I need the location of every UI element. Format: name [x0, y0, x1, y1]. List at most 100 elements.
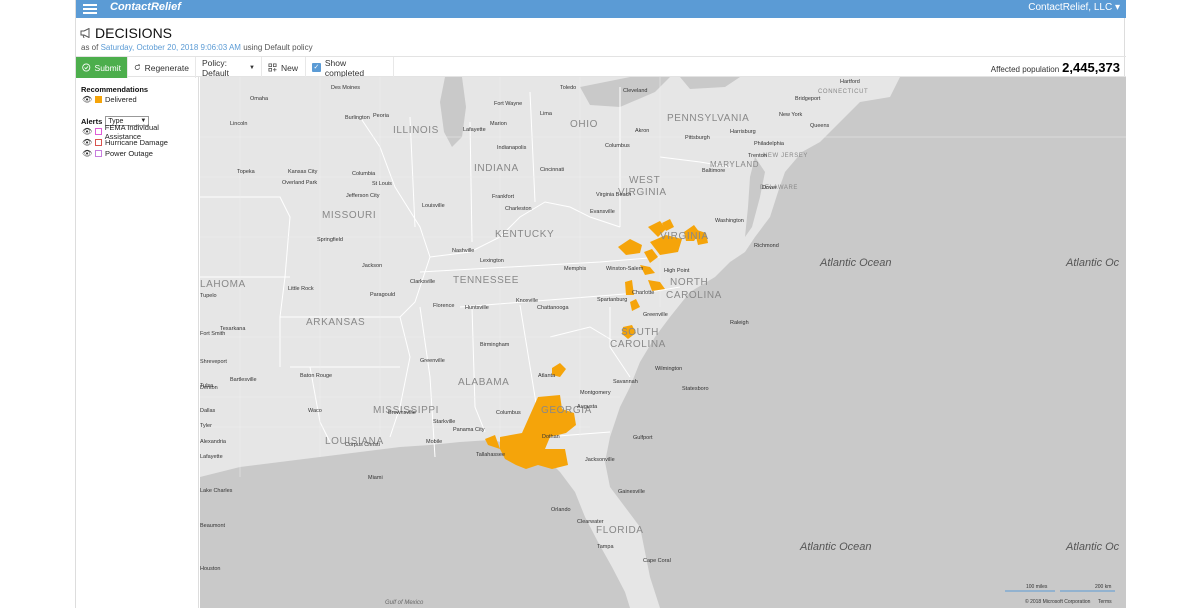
app-window: ContactRelief ContactRelief, LLC ▾ DECIS… [75, 0, 1126, 608]
city-label: Baton Rouge [300, 373, 332, 379]
legend-label: Hurricane Damage [105, 138, 168, 147]
legend-item-delivered[interactable]: 👁 Delivered [82, 94, 193, 105]
city-label: Fort Smith [200, 331, 225, 337]
page-subtitle: as of Saturday, October 20, 2018 9:06:03… [81, 43, 313, 52]
state-label: TENNESSEE [453, 275, 519, 286]
eye-slash-icon[interactable]: 👁 [82, 149, 92, 158]
city-label: Lexington [480, 258, 504, 264]
city-label: Cape Coral [643, 558, 671, 564]
city-label: Washington [715, 218, 744, 224]
submit-label: Submit [94, 62, 121, 73]
city-label: Bartlesville [230, 377, 257, 383]
map-copyright: © 2018 Microsoft Corporation [1025, 598, 1091, 605]
city-label: Louisville [422, 203, 445, 209]
city-label: Columbus [496, 410, 521, 416]
ocean-label: Atlantic Ocean [799, 541, 872, 553]
fema-swatch [95, 128, 102, 135]
scale-miles: 100 miles [1026, 584, 1048, 590]
city-label: Columbus [605, 143, 630, 149]
city-label: Lima [540, 111, 553, 117]
city-label: Jackson [362, 263, 382, 269]
city-label: Baltimore [702, 168, 725, 174]
hamburger-menu-icon[interactable] [83, 2, 97, 16]
city-label: Memphis [564, 266, 587, 272]
submit-button[interactable]: Submit [76, 57, 128, 78]
scale-km: 200 km [1095, 584, 1111, 590]
city-label: Kansas City [288, 169, 318, 175]
city-label: Springfield [317, 237, 343, 243]
city-label: Little Rock [288, 286, 314, 292]
refresh-icon [134, 64, 140, 70]
app-logo[interactable]: ContactRelief [110, 1, 181, 13]
city-label: Waco [308, 408, 322, 414]
city-label: Panama City [453, 427, 485, 433]
city-label: Augusta [577, 404, 598, 410]
city-label: Wilmington [655, 366, 682, 372]
map-canvas[interactable]: Atlantic Ocean Atlantic Oc Atlantic Ocea… [200, 77, 1126, 608]
city-label: Spartanburg [597, 297, 627, 303]
city-label: Harrisburg [730, 129, 756, 135]
show-completed-toggle[interactable]: ✓ Show completed [306, 57, 394, 78]
city-label: Topeka [237, 169, 256, 175]
organization-menu[interactable]: ContactRelief, LLC ▾ [1028, 2, 1120, 13]
policy-dropdown[interactable]: Policy: Default ▼ [196, 57, 262, 78]
legend-label: Delivered [105, 95, 137, 104]
decisions-toolbar: Submit Regenerate Policy: Default ▼ New … [76, 56, 1126, 78]
city-label: Toledo [560, 85, 576, 91]
city-label: Greenville [643, 312, 668, 318]
caret-down-icon: ▼ [249, 64, 255, 71]
city-label: Richmond [754, 243, 779, 249]
legend-label: Power Outage [105, 149, 153, 158]
state-label: SOUTH [621, 327, 659, 338]
city-label: Greenville [420, 358, 445, 364]
state-label: WEST [629, 175, 660, 186]
city-label: Tyler [200, 423, 212, 429]
city-label: Nashville [452, 248, 474, 254]
city-label: Houston [200, 566, 221, 572]
city-label: Tupelo [200, 293, 217, 299]
state-label: ARKANSAS [306, 317, 365, 328]
regenerate-button[interactable]: Regenerate [128, 57, 196, 78]
eye-slash-icon[interactable]: 👁 [82, 138, 92, 147]
eye-icon[interactable]: 👁 [82, 127, 92, 136]
map-terms-link[interactable]: Terms [1098, 599, 1112, 605]
legend-item-power-outage[interactable]: 👁 Power Outage [82, 148, 193, 159]
state-label: VIRGINIA [660, 231, 709, 242]
state-label: MISSOURI [322, 210, 376, 221]
power-outage-swatch [95, 150, 102, 157]
city-label: Brownsville [388, 410, 416, 416]
new-label: New [281, 62, 299, 73]
state-label: ILLINOIS [393, 125, 439, 136]
top-navigation-bar: ContactRelief ContactRelief, LLC ▾ [76, 0, 1126, 18]
page-header: DECISIONS as of Saturday, October 20, 20… [76, 18, 1126, 56]
city-label: Indianapolis [497, 145, 527, 151]
city-label: Miami [368, 475, 383, 481]
city-label: Lincoln [230, 121, 247, 127]
regenerate-label: Regenerate [144, 62, 189, 73]
eye-icon[interactable]: 👁 [82, 95, 92, 104]
city-label: Jacksonville [585, 457, 615, 463]
city-label: Pittsburgh [685, 135, 710, 141]
city-label: Winston-Salem [606, 266, 644, 272]
city-label: Burlington [345, 115, 370, 121]
map-view[interactable]: Atlantic Ocean Atlantic Oc Atlantic Ocea… [200, 77, 1126, 608]
city-label: Tallahassee [476, 452, 505, 458]
megaphone-icon [80, 28, 90, 38]
state-label: ALABAMA [458, 377, 509, 388]
city-label: Hartford [840, 79, 860, 85]
city-label: Savannah [613, 379, 638, 385]
legend-item-fema[interactable]: 👁 FEMA Individual Assistance [82, 123, 193, 141]
page-title: DECISIONS [80, 25, 172, 41]
city-label: Dover [762, 185, 777, 191]
decision-timestamp[interactable]: Saturday, October 20, 2018 9:06:03 AM [101, 43, 241, 52]
city-label: Huntsville [465, 305, 489, 311]
ocean-label: Atlantic Oc [1065, 257, 1120, 269]
city-label: Raleigh [730, 320, 749, 326]
delivered-swatch [95, 96, 102, 103]
new-button[interactable]: New [262, 57, 306, 78]
city-label: High Point [664, 268, 690, 274]
city-label: Birmingham [480, 342, 510, 348]
subtitle-suffix: using Default policy [243, 43, 313, 52]
city-label: Beaumont [200, 523, 226, 529]
checkbox-checked-icon[interactable]: ✓ [312, 63, 321, 72]
